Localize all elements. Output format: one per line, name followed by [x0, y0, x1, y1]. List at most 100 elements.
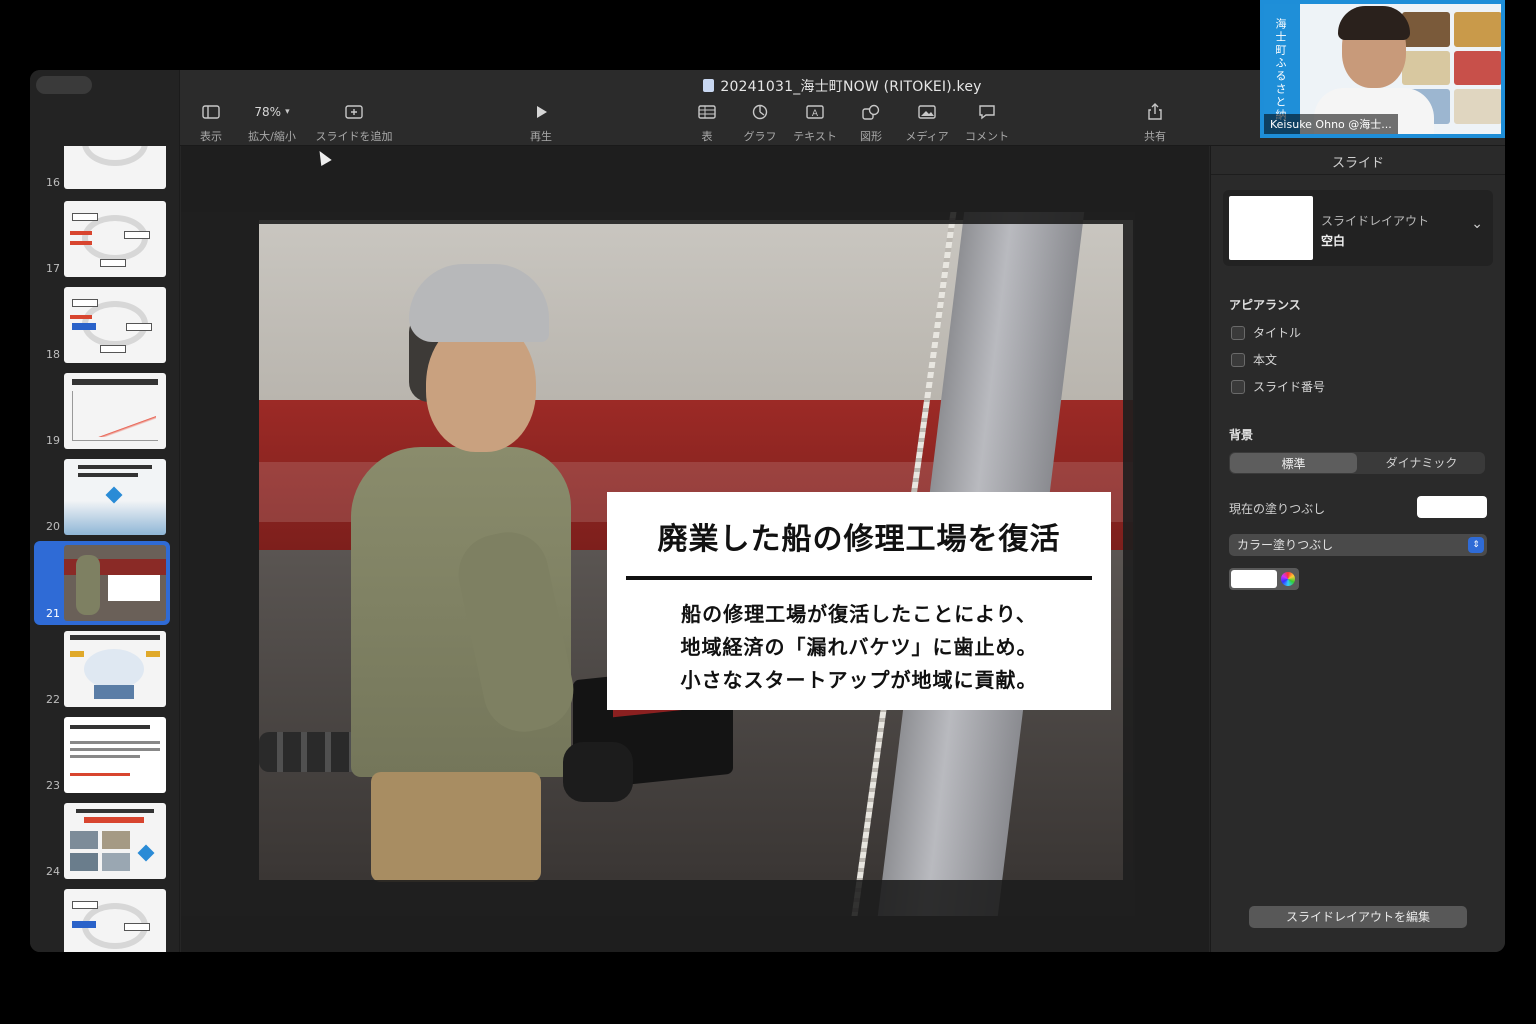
share-label: 共有 [1144, 130, 1166, 143]
comment-icon [962, 100, 1012, 124]
slide-number-checkbox-label: スライド番号 [1253, 380, 1326, 394]
bg-dynamic-option[interactable]: ダイナミック [1358, 452, 1485, 474]
body-checkbox[interactable]: 本文 [1231, 351, 1277, 368]
slide-thumbnail-23[interactable] [64, 717, 166, 793]
slide-thumbnail-18[interactable] [64, 287, 166, 363]
slide-thumbnail-25[interactable] [64, 889, 166, 952]
checkbox-icon [1231, 352, 1245, 367]
appearance-heading: アピアランス [1229, 298, 1301, 312]
layout-label: スライドレイアウト [1321, 214, 1430, 228]
body-checkbox-label: 本文 [1253, 353, 1278, 367]
current-fill-swatch[interactable] [1417, 496, 1487, 518]
slide-text-box[interactable]: 廃業した船の修理工場を復活 船の修理工場が復活したことにより、 地域経済の「漏れ… [607, 492, 1111, 710]
add-slide-icon [314, 100, 394, 124]
slide-thumbnail-22[interactable] [64, 631, 166, 707]
view-button[interactable]: 表示 [196, 100, 226, 144]
participant-name: Keisuke Ohno @海士... [1264, 114, 1398, 134]
title-checkbox[interactable]: タイトル [1231, 324, 1301, 341]
checkbox-icon [1231, 379, 1245, 394]
play-icon [526, 100, 556, 124]
text-label: テキスト [793, 130, 837, 143]
shape-button[interactable]: 図形 [856, 100, 886, 144]
inspector-divider [1211, 174, 1505, 175]
keynote-doc-icon [703, 79, 715, 92]
media-label: メディア [905, 130, 949, 143]
shape-icon [856, 100, 886, 124]
webcam-banner-text: 海士町ふるさと納 [1274, 18, 1287, 122]
inspector-tab-slide[interactable]: スライド [1211, 152, 1505, 171]
slide-thumbnail-16[interactable] [64, 146, 166, 189]
slide-thumbnail-list[interactable]: 16 17 18 19 20 21 22 23 24 [30, 146, 180, 952]
slide-body-line: 船の修理工場が復活したことにより、 [681, 602, 1037, 626]
color-swatch[interactable] [1231, 570, 1277, 588]
media-button[interactable]: メディア [902, 100, 952, 144]
slide-thumbnail-20[interactable] [64, 459, 166, 535]
add-slide-button[interactable]: スライドを追加 [314, 100, 394, 144]
comment-button[interactable]: コメント [962, 100, 1012, 144]
slide-thumbnail-17[interactable] [64, 201, 166, 277]
title-checkbox-label: タイトル [1253, 326, 1302, 340]
slide-number: 18 [46, 348, 60, 361]
webcam-overlay: 海士町ふるさと納 Keisuke Ohno @海士... [1260, 0, 1505, 138]
background-heading: 背景 [1229, 428, 1254, 442]
slide-number: 16 [46, 176, 60, 189]
sidebar-icon [196, 100, 226, 124]
document-title-text: 20241031_海士町NOW (RITOKEI).key [720, 79, 982, 95]
table-label: 表 [701, 130, 713, 143]
media-icon [902, 100, 952, 124]
slide-thumbnail-21[interactable] [64, 545, 166, 621]
current-slide[interactable]: 廃業した船の修理工場を復活 船の修理工場が復活したことにより、 地域経済の「漏れ… [181, 212, 1135, 916]
shape-label: 図形 [860, 130, 882, 143]
chart-icon [742, 100, 778, 124]
color-well[interactable] [1229, 568, 1299, 590]
slide-canvas[interactable]: 廃業した船の修理工場を復活 船の修理工場が復活したことにより、 地域経済の「漏れ… [181, 146, 1209, 952]
slide-number: 19 [46, 434, 60, 447]
slide-thumbnail-24[interactable] [64, 803, 166, 879]
background-mode-control[interactable]: 標準 ダイナミック [1229, 452, 1485, 474]
slide-number: 24 [46, 865, 60, 878]
slide-heading: 廃業した船の修理工場を復活 [657, 522, 1061, 557]
slide-navigator: 16 17 18 19 20 21 22 23 24 [30, 70, 180, 952]
webcam-person-hair [1338, 6, 1410, 40]
slide-number-checkbox[interactable]: スライド番号 [1231, 378, 1325, 395]
text-box-icon: A [792, 100, 838, 124]
chevron-down-icon: ⌄ [1471, 216, 1483, 232]
share-icon [1140, 100, 1170, 124]
slide-number: 21 [46, 607, 60, 620]
chevron-down-icon: ▾ [285, 107, 290, 117]
zoom-button[interactable]: 78% ▾ 拡大/縮小 [242, 100, 302, 144]
svg-text:A: A [812, 109, 819, 119]
layout-thumbnail [1229, 196, 1313, 260]
layout-value: 空白 [1321, 234, 1346, 248]
play-button[interactable]: 再生 [526, 100, 556, 144]
window-controls[interactable] [36, 76, 92, 94]
slide-thumbnail-19[interactable] [64, 373, 166, 449]
table-button[interactable]: 表 [692, 100, 722, 144]
text-button[interactable]: A テキスト [792, 100, 838, 144]
fill-type-select[interactable]: カラー塗りつぶし ⇕ [1229, 534, 1487, 556]
view-label: 表示 [200, 130, 222, 143]
table-icon [692, 100, 722, 124]
slide-number: 23 [46, 779, 60, 792]
slide-body-line: 地域経済の「漏れバケツ」に歯止め。 [680, 635, 1038, 659]
checkbox-icon [1231, 325, 1245, 340]
slide-body-line: 小さなスタートアップが地域に貢献。 [680, 668, 1038, 692]
bg-standard-option[interactable]: 標準 [1230, 453, 1357, 473]
chart-button[interactable]: グラフ [742, 100, 778, 144]
chart-label: グラフ [743, 130, 777, 143]
slide-number: 22 [46, 693, 60, 706]
current-fill-label: 現在の塗りつぶし [1229, 502, 1326, 516]
comment-label: コメント [965, 130, 1009, 143]
play-label: 再生 [530, 130, 552, 143]
add-slide-label: スライドを追加 [315, 130, 393, 143]
slide-number: 20 [46, 520, 60, 533]
share-button[interactable]: 共有 [1140, 100, 1170, 144]
zoom-value: 78% [254, 105, 282, 119]
slide-layout-picker[interactable]: スライドレイアウト 空白 ⌄ [1223, 190, 1493, 266]
keynote-window: 16 17 18 19 20 21 22 23 24 20241031_海士町N… [30, 70, 1505, 952]
color-wheel-icon[interactable] [1281, 572, 1295, 586]
heading-divider [626, 576, 1092, 580]
edit-slide-layout-button[interactable]: スライドレイアウトを編集 [1249, 906, 1467, 928]
fill-type-value: カラー塗りつぶし [1237, 538, 1334, 552]
updown-chevron-icon: ⇕ [1468, 537, 1484, 553]
